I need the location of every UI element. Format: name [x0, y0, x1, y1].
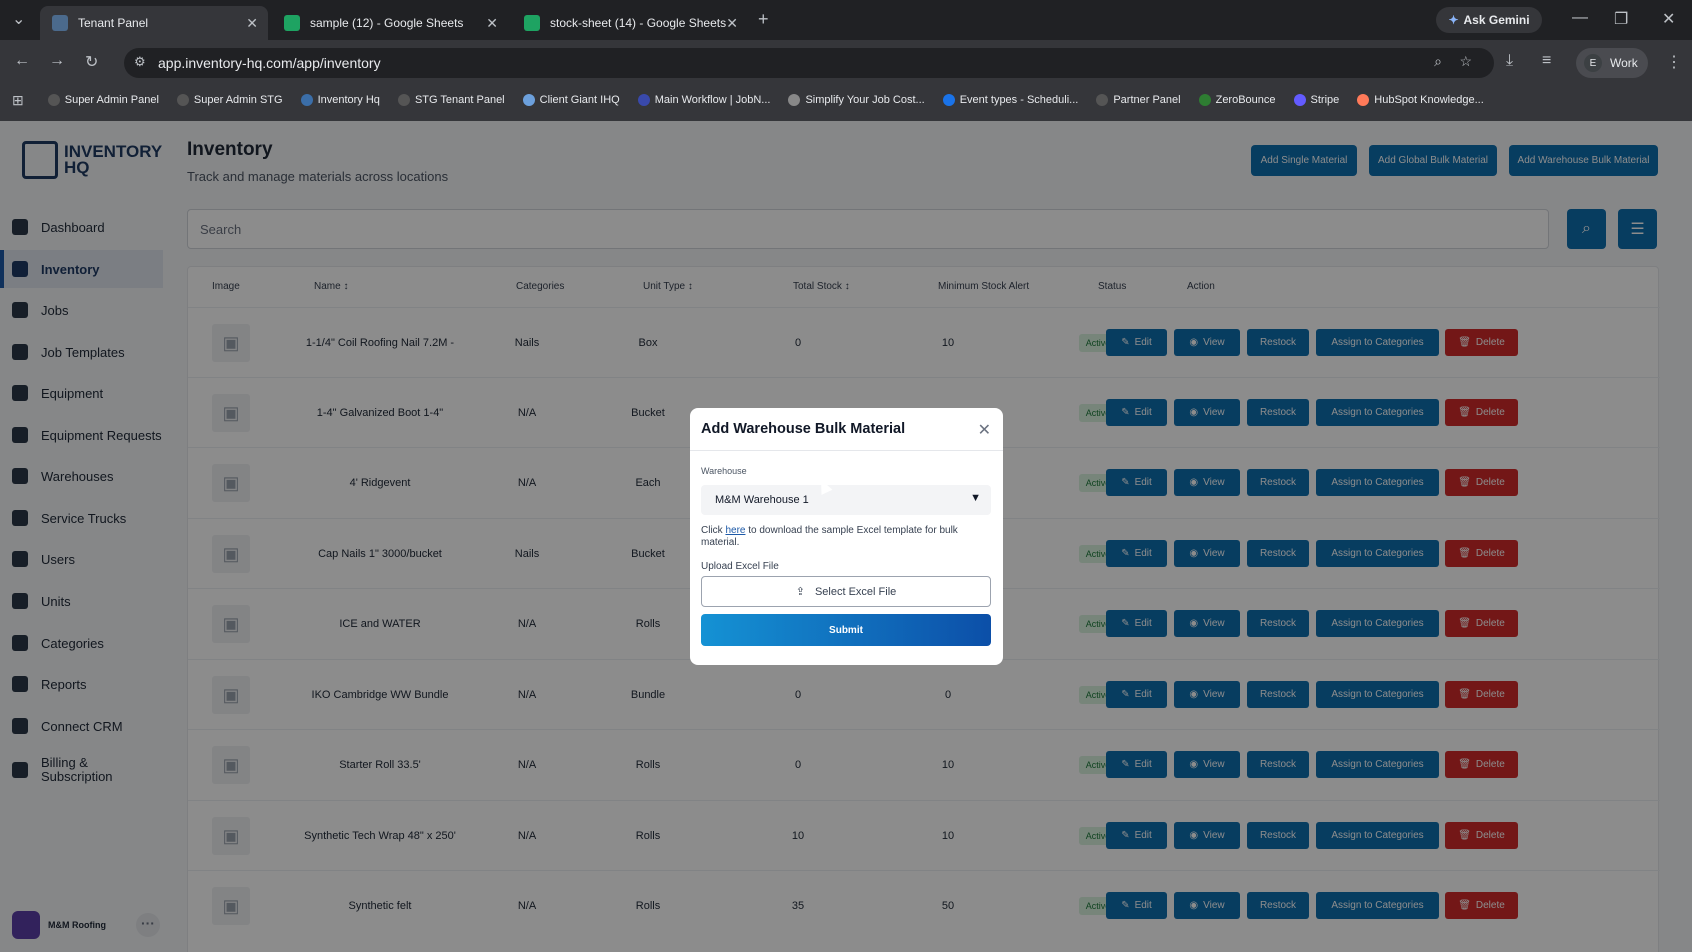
bookmark-favicon-icon	[637, 94, 650, 106]
app-viewport: INVENTORY HQ Dashboard Inventory Jobs Jo…	[0, 121, 1692, 952]
bookmark-stg-tenant-panel[interactable]: STG Tenant Panel	[397, 94, 505, 106]
reload-icon[interactable]: ↻	[85, 52, 98, 72]
tab-sample-sheets[interactable]: sample (12) - Google Sheets ✕	[272, 6, 508, 40]
browser-toolbar: ← → ↻ ⚙ app.inventory-hq.com/app/invento…	[0, 44, 1692, 82]
upload-icon: ⇪	[795, 586, 805, 598]
address-bar[interactable]: ⚙ app.inventory-hq.com/app/inventory ⌕ ☆	[124, 48, 1494, 78]
bookmark-label: Simplify Your Job Cost...	[805, 94, 925, 106]
bookmark-favicon-icon	[300, 94, 313, 106]
bookmark-label: Super Admin Panel	[64, 94, 159, 106]
bookmark-star-icon[interactable]: ☆	[1459, 53, 1472, 70]
bookmark-favicon-icon	[176, 94, 189, 106]
bookmark-label: HubSpot Knowledge...	[1374, 94, 1484, 106]
tab-tenant-panel[interactable]: Tenant Panel ✕	[40, 6, 268, 40]
modal-divider	[690, 450, 1003, 451]
bookmark-favicon-icon	[942, 94, 955, 106]
profile-button[interactable]: E Work	[1576, 48, 1648, 78]
bookmark-favicon-icon	[1293, 94, 1306, 106]
bookmark-super-admin-stg[interactable]: Super Admin STG	[176, 94, 283, 106]
profile-label: Work	[1610, 56, 1638, 70]
bookmark-favicon-icon	[1096, 94, 1109, 106]
sheets-favicon-icon	[524, 15, 540, 31]
tab-strip: ⌄ Tenant Panel ✕ sample (12) - Google Sh…	[0, 0, 1692, 40]
close-icon[interactable]: ✕	[978, 420, 991, 440]
bookmark-favicon-icon	[1198, 94, 1211, 106]
tab-title: Tenant Panel	[78, 16, 149, 30]
bookmark-super-admin-panel[interactable]: Super Admin Panel	[47, 94, 159, 106]
bookmark-label: Main Workflow | JobN...	[654, 94, 771, 106]
bookmark-label: Inventory Hq	[317, 94, 380, 106]
ask-gemini-label: Ask Gemini	[1463, 13, 1530, 27]
close-window-icon[interactable]: ✕	[1662, 9, 1675, 29]
close-tab-icon[interactable]: ✕	[726, 15, 738, 32]
select-excel-file-button[interactable]: ⇪ Select Excel File	[701, 576, 991, 607]
bookmark-label: Partner Panel	[1113, 94, 1181, 106]
tab-stock-sheet[interactable]: stock-sheet (14) - Google Sheets ✕	[512, 6, 748, 40]
bookmark-zerobounce[interactable]: ZeroBounce	[1198, 94, 1276, 106]
back-icon[interactable]: ←	[14, 52, 30, 70]
warehouse-select[interactable]: M&M Warehouse 1 ▼	[701, 485, 991, 515]
tab-title: stock-sheet (14) - Google Sheets	[550, 16, 727, 30]
bookmark-stripe[interactable]: Stripe	[1293, 94, 1340, 106]
warehouse-label: Warehouse	[701, 466, 747, 476]
new-tab-button[interactable]: +	[758, 9, 769, 30]
bookmark-inventory-hq[interactable]: Inventory Hq	[300, 94, 380, 106]
url-text: app.inventory-hq.com/app/inventory	[158, 55, 381, 71]
media-icon[interactable]: ≡	[1542, 52, 1551, 70]
bookmark-event-types[interactable]: Event types - Scheduli...	[942, 94, 1079, 106]
submit-button[interactable]: Submit	[701, 614, 991, 646]
hint-prefix: Click	[701, 525, 726, 536]
bookmark-favicon-icon	[1357, 94, 1370, 106]
profile-avatar: E	[1584, 54, 1602, 72]
bookmark-favicon-icon	[788, 94, 801, 106]
bookmark-client-giant[interactable]: Client Giant IHQ	[522, 94, 620, 106]
forward-icon[interactable]: →	[49, 52, 65, 70]
template-hint: Click here to download the sample Excel …	[701, 525, 993, 549]
bookmarks-bar: ⊞ Super Admin Panel Super Admin STG Inve…	[0, 88, 1692, 112]
upload-label: Upload Excel File	[701, 561, 779, 572]
close-tab-icon[interactable]: ✕	[246, 15, 258, 32]
bookmark-label: Event types - Scheduli...	[959, 94, 1079, 106]
download-template-link[interactable]: here	[725, 525, 745, 536]
bookmark-favicon-icon	[397, 94, 410, 106]
zoom-icon[interactable]: ⌕	[1434, 53, 1442, 70]
apps-icon[interactable]: ⊞	[12, 92, 24, 109]
add-warehouse-bulk-material-modal: Add Warehouse Bulk Material ✕ Warehouse …	[690, 408, 1003, 665]
warehouse-selected-value: M&M Warehouse 1	[715, 494, 809, 506]
site-info-icon[interactable]: ⚙	[134, 54, 146, 70]
bookmark-simplify-job-cost[interactable]: Simplify Your Job Cost...	[788, 94, 925, 106]
bookmark-label: STG Tenant Panel	[414, 94, 505, 106]
bookmark-favicon-icon	[522, 94, 535, 106]
bookmark-main-workflow[interactable]: Main Workflow | JobN...	[637, 94, 771, 106]
bookmark-label: Super Admin STG	[193, 94, 283, 106]
bookmark-favicon-icon	[47, 94, 60, 106]
gemini-icon: ✦	[1448, 13, 1459, 27]
bookmark-label: Client Giant IHQ	[539, 94, 620, 106]
menu-icon[interactable]: ⋮	[1666, 52, 1682, 72]
bookmark-label: Stripe	[1310, 94, 1340, 106]
bookmark-label: ZeroBounce	[1215, 94, 1276, 106]
sheets-favicon-icon	[284, 15, 300, 31]
chevron-down-icon: ▼	[970, 492, 981, 504]
download-icon[interactable]: ⤓	[1506, 52, 1513, 70]
maximize-icon[interactable]: ❐	[1614, 9, 1628, 29]
browser-chrome: ⌄ Tenant Panel ✕ sample (12) - Google Sh…	[0, 0, 1692, 121]
tab-search-icon[interactable]: ⌄	[12, 9, 25, 29]
tab-title: sample (12) - Google Sheets	[310, 16, 464, 30]
minimize-icon[interactable]: —	[1572, 9, 1588, 27]
bookmark-partner-panel[interactable]: Partner Panel	[1096, 94, 1181, 106]
close-tab-icon[interactable]: ✕	[486, 15, 498, 32]
ask-gemini-button[interactable]: ✦ Ask Gemini	[1436, 7, 1542, 33]
select-excel-file-label: Select Excel File	[814, 585, 897, 598]
tenant-favicon-icon	[52, 15, 68, 31]
modal-title: Add Warehouse Bulk Material	[701, 421, 906, 437]
bookmark-hubspot[interactable]: HubSpot Knowledge...	[1357, 94, 1484, 106]
